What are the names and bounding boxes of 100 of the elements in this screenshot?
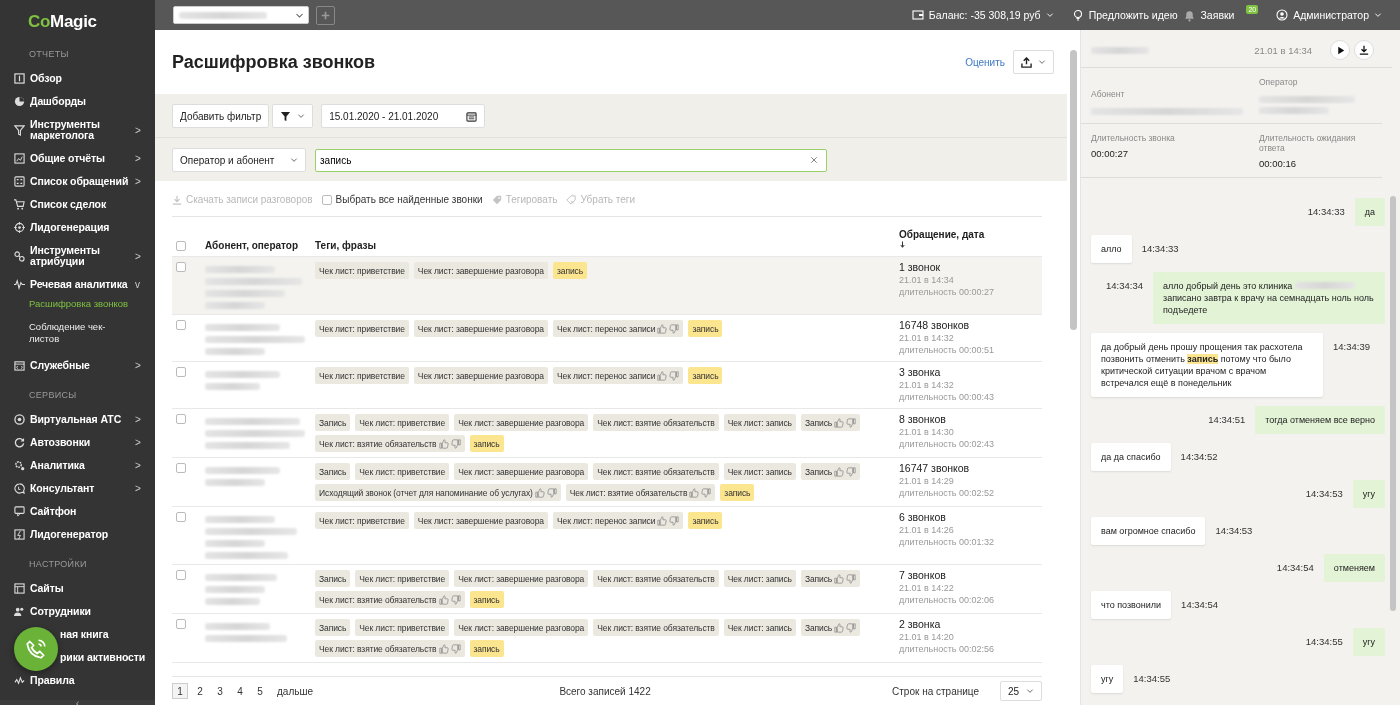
thumbs-down-icon[interactable] <box>669 515 680 526</box>
sidebar-item[interactable]: Список обращений > <box>0 170 155 193</box>
thumbs-down-icon[interactable] <box>450 643 461 654</box>
thumbs-up-icon[interactable] <box>534 487 545 498</box>
column-header[interactable]: Абонент, оператор <box>205 240 315 251</box>
play-button[interactable] <box>1330 40 1350 60</box>
thumbs-down-icon[interactable] <box>546 487 557 498</box>
sidebar-subitem[interactable]: Соблюдение чек-листов <box>0 319 149 354</box>
sidebar-item[interactable]: Аналитика > <box>0 454 155 477</box>
sidebar-item[interactable]: Сотрудники <box>0 600 155 623</box>
filter-menu-button[interactable] <box>272 104 314 128</box>
requests-link[interactable]: Заявки <box>1182 8 1235 22</box>
select-all-checkbox[interactable]: Выбрать все найденные звонки <box>321 194 483 205</box>
row-checkbox[interactable] <box>176 320 186 330</box>
thumbs-up-icon[interactable] <box>689 487 700 498</box>
chevron: v <box>135 279 141 290</box>
balance-menu[interactable]: Баланс: -35 308,19 руб <box>911 9 1054 21</box>
scrollbar-thumb[interactable] <box>1389 196 1396 611</box>
sidebar-item[interactable]: Сайты <box>0 577 155 600</box>
sidebar-item[interactable]: Общие отчёты > <box>0 147 155 170</box>
tag: Чек лист: перенос записи <box>552 367 684 384</box>
row-checkbox[interactable] <box>176 570 186 580</box>
row-checkbox[interactable] <box>176 367 186 377</box>
column-header[interactable]: Теги, фразы <box>315 240 899 251</box>
row-checkbox[interactable] <box>176 619 186 629</box>
table-row[interactable]: Чек лист: приветствие Чек лист: завершение разговора Чек лист: перенос записи запись 6 звонков 21.01 в 14:26 длительность 00:01:32 <box>172 507 1042 565</box>
thumbs-up-icon[interactable] <box>438 643 449 654</box>
table-row[interactable]: Чек лист: приветствие Чек лист: завершение разговора запись 1 звонок 21.01 в 14:34 длительность 00:00:27 <box>172 257 1042 315</box>
rows-per-page-select[interactable]: 25 <box>1000 681 1042 701</box>
thumbs-up-icon[interactable] <box>834 466 845 477</box>
thumbs-up-icon[interactable] <box>657 515 668 526</box>
message-time: 14:34:33 <box>1141 242 1179 254</box>
search-match-tag: запись <box>552 262 587 279</box>
sidebar-item[interactable]: Список сделок <box>0 193 155 216</box>
row-checkbox[interactable] <box>176 512 186 522</box>
sidebar-item[interactable]: рики активности <box>0 646 155 669</box>
column-header[interactable]: Обращение, дата <box>899 229 1042 240</box>
row-checkbox[interactable] <box>176 262 186 272</box>
thumbs-up-icon[interactable] <box>438 594 449 605</box>
tag: Чек лист: завершение разговора <box>454 463 589 480</box>
tag: Запись <box>315 414 351 431</box>
page-link[interactable]: 2 <box>192 683 208 699</box>
export-button[interactable] <box>1013 50 1054 74</box>
sidebar-subitem[interactable]: Расшифровка звонков <box>0 296 149 319</box>
sidebar-item[interactable]: Служебные > <box>0 354 155 377</box>
user-menu[interactable]: Администратор <box>1276 9 1382 21</box>
sidebar-item[interactable]: Автозвонки > <box>0 431 155 454</box>
sidebar-item[interactable]: Лидогенерация <box>0 216 155 239</box>
add-filter-button[interactable]: Добавить фильтр <box>172 104 270 128</box>
thumbs-down-icon[interactable] <box>450 438 461 449</box>
sidebar-item[interactable]: Инструменты атрибуции > <box>0 239 155 273</box>
thumbs-down-icon[interactable] <box>846 622 857 633</box>
page-link[interactable]: 4 <box>232 683 248 699</box>
thumbs-down-icon[interactable] <box>669 370 680 381</box>
table-row[interactable]: Чек лист: приветствие Чек лист: завершение разговора Чек лист: перенос записи запись 16748 звонков 21.01 в 14:32 длительность 00:00:51 <box>172 315 1042 362</box>
scope-select[interactable]: Оператор и абонент <box>172 148 306 172</box>
thumbs-up-icon[interactable] <box>834 573 845 584</box>
sidebar-item[interactable]: ная книга <box>0 623 155 646</box>
thumbs-down-icon[interactable] <box>669 323 680 334</box>
thumbs-down-icon[interactable] <box>846 573 857 584</box>
table-row[interactable]: Чек лист: приветствие Чек лист: завершение разговора Чек лист: перенос записи запись 3 звонка 21.01 в 14:32 длительность 00:00:43 <box>172 362 1042 409</box>
sidebar-item[interactable]: Виртуальная АТС > <box>0 408 155 431</box>
sidebar-item[interactable]: Дашборды <box>0 90 155 113</box>
thumbs-down-icon[interactable] <box>701 487 712 498</box>
sidebar-item[interactable]: Правила <box>0 669 155 692</box>
sort-down-icon[interactable] <box>899 241 906 249</box>
collapse-bar[interactable]: ‹ <box>0 700 155 705</box>
next-page-link[interactable]: дальше <box>276 683 315 699</box>
sidebar-item[interactable]: Сайтфон <box>0 500 155 523</box>
idea-link[interactable]: Предложить идею <box>1071 9 1178 21</box>
page-link[interactable]: 5 <box>252 683 268 699</box>
thumbs-up-icon[interactable] <box>438 438 449 449</box>
search-field[interactable]: запись <box>315 148 827 172</box>
thumbs-down-icon[interactable] <box>846 417 857 428</box>
select-all-rows-checkbox[interactable] <box>176 241 186 251</box>
thumbs-up-icon[interactable] <box>657 370 668 381</box>
sidebar-item[interactable]: Лидогенератор <box>0 523 155 546</box>
thumbs-down-icon[interactable] <box>846 466 857 477</box>
site-select[interactable] <box>173 6 309 24</box>
rate-link[interactable]: Оценить <box>965 56 1005 68</box>
table-row[interactable]: Запись Чек лист: приветствие Чек лист: завершение разговора Чек лист: взятие обязательств Чек лист: запись Запись Чек лист: взятие обязательств запись 2 звонка 21.01 в 14:20 длительность 00:02:56 <box>172 614 1042 663</box>
call-button[interactable] <box>14 627 58 671</box>
thumbs-up-icon[interactable] <box>834 417 845 428</box>
scrollbar-thumb[interactable] <box>1070 50 1077 330</box>
table-row[interactable]: Запись Чек лист: приветствие Чек лист: завершение разговора Чек лист: взятие обязательств Чек лист: запись Запись Чек лист: взятие обязательств запись 8 звонков 21.01 в 14:30 длительность 00:02:43 <box>172 409 1042 458</box>
thumbs-up-icon[interactable] <box>657 323 668 334</box>
sidebar-item[interactable]: Инструменты маркетолога > <box>0 113 155 147</box>
page-link[interactable]: 3 <box>212 683 228 699</box>
page-link[interactable]: 1 <box>172 683 188 699</box>
download-button[interactable] <box>1354 40 1374 60</box>
sidebar-item[interactable]: Консультант > <box>0 477 155 500</box>
sidebar-item[interactable]: Обзор <box>0 67 155 90</box>
date-range-field[interactable]: 15.01.2020 - 21.01.2020 <box>321 104 486 128</box>
table-row[interactable]: Запись Чек лист: приветствие Чек лист: завершение разговора Чек лист: взятие обязательств Чек лист: запись Запись Чек лист: взятие обязательств запись 7 звонков 21.01 в 14:22 длительность 00:02:06 <box>172 565 1042 614</box>
add-button[interactable] <box>316 5 335 25</box>
sidebar-item[interactable]: Речевая аналитика v <box>0 273 155 296</box>
thumbs-down-icon[interactable] <box>450 594 461 605</box>
row-checkbox[interactable] <box>176 414 186 424</box>
thumbs-up-icon[interactable] <box>834 622 845 633</box>
row-checkbox[interactable] <box>176 463 186 473</box>
